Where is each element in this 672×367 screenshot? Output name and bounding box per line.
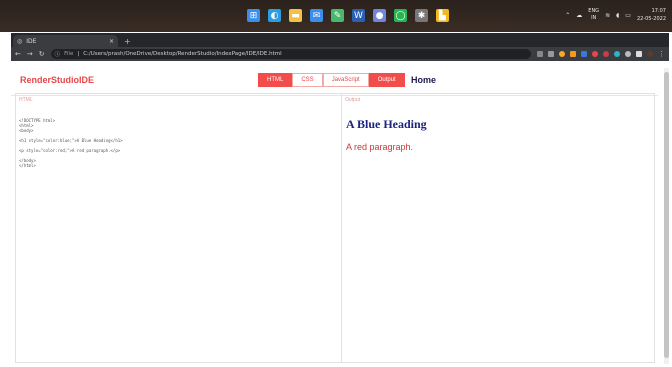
extension-icon[interactable] <box>614 51 620 57</box>
clock-time: 17:07 <box>651 8 666 14</box>
side-panel-icon[interactable] <box>636 51 642 57</box>
extension-icon[interactable] <box>581 51 587 57</box>
html-code-editor[interactable]: <!DOCTYPE html> <html> <body> <h1 style=… <box>19 118 123 168</box>
mail-icon[interactable]: ✉ <box>310 9 323 22</box>
url-text: C:/Users/prash/OneDrive/Desktop/RenderSt… <box>83 51 282 57</box>
menu-kebab-icon[interactable]: ⋮ <box>658 50 665 58</box>
extension-icon[interactable] <box>592 51 598 57</box>
system-tray: ⌃ ☁ ENG IN ≋ ◖ ▭ 17:07 22-05-2022 <box>565 7 666 23</box>
output-paragraph: A red paragraph. <box>346 142 414 152</box>
file-explorer-icon[interactable]: ▬ <box>289 9 302 22</box>
extension-icon[interactable] <box>559 51 565 57</box>
app-header: RenderStudioIDE HTML CSS JavaScript Outp… <box>11 65 658 96</box>
green-app-icon[interactable]: ◯ <box>394 9 407 22</box>
tab-javascript[interactable]: JavaScript <box>322 73 369 87</box>
back-icon[interactable]: ← <box>15 50 21 58</box>
browser-tab[interactable]: ◎ IDE × <box>13 35 118 47</box>
wifi-icon[interactable]: ≋ <box>605 12 610 19</box>
chrome-icon[interactable]: ● <box>373 9 386 22</box>
reload-icon[interactable]: ↻ <box>39 50 45 58</box>
sticky-icon[interactable]: ▙ <box>436 9 449 22</box>
windows-start-icon[interactable]: ⊞ <box>247 9 260 22</box>
bookmark-star-icon[interactable] <box>548 51 554 57</box>
tab-html[interactable]: HTML <box>258 73 293 87</box>
settings-icon[interactable]: ✱ <box>415 9 428 22</box>
page-scrollbar[interactable] <box>664 68 669 364</box>
home-link[interactable]: Home <box>411 75 436 85</box>
clock-date: 22-05-2022 <box>636 16 666 22</box>
output-pane: Output A Blue Heading A red paragraph. <box>342 93 655 363</box>
profile-avatar-icon[interactable] <box>647 51 653 57</box>
address-bar[interactable]: ⓘ File | C:/Users/prash/OneDrive/Desktop… <box>50 49 531 59</box>
editor-panes: HTML <!DOCTYPE html> <html> <body> <h1 s… <box>15 93 655 363</box>
address-toolbar: ← → ↻ ⓘ File | C:/Users/prash/OneDrive/D… <box>11 47 669 61</box>
html-pane-label: HTML <box>19 97 33 103</box>
brand-logo[interactable]: RenderStudioIDE <box>20 75 94 85</box>
puzzle-icon[interactable] <box>625 51 631 57</box>
mode-tabs: HTML CSS JavaScript Output <box>258 73 405 87</box>
taskbar-apps: ⊞ ◐ ▬ ✉ ✎ W ● ◯ ✱ ▙ <box>247 9 449 22</box>
info-icon: ⓘ <box>54 52 61 58</box>
tab-css[interactable]: CSS <box>292 73 323 87</box>
tab-title: IDE <box>26 37 37 45</box>
language-code: ENG <box>588 8 600 14</box>
windows-taskbar: ⊞ ◐ ▬ ✉ ✎ W ● ◯ ✱ ▙ ⌃ ☁ ENG IN ≋ ◖ ▭ 17:07 22-05-… <box>0 0 672 32</box>
share-icon[interactable] <box>537 51 543 57</box>
output-pane-label: Output <box>345 97 361 103</box>
tab-strip: ◎ IDE × + <box>11 33 669 47</box>
feather-icon[interactable]: ✎ <box>331 9 344 22</box>
cloud-icon[interactable]: ☁ <box>576 12 582 19</box>
close-tab-icon[interactable]: × <box>109 38 114 45</box>
volume-icon[interactable]: ◖ <box>616 12 619 19</box>
extension-icon[interactable] <box>570 51 576 57</box>
protocol-label: File <box>64 51 74 57</box>
tab-output[interactable]: Output <box>368 73 405 87</box>
html-editor-pane[interactable]: HTML <!DOCTYPE html> <html> <body> <h1 s… <box>15 93 342 363</box>
battery-icon[interactable]: ▭ <box>625 12 631 19</box>
clock[interactable]: 17:07 22-05-2022 <box>637 7 666 23</box>
word-icon[interactable]: W <box>352 9 365 22</box>
separator: | <box>77 51 80 57</box>
output-heading: A Blue Heading <box>346 117 427 131</box>
region-code: IN <box>591 15 597 21</box>
chevron-up-icon[interactable]: ⌃ <box>565 12 570 19</box>
edge-icon[interactable]: ◐ <box>268 9 281 22</box>
scrollbar-thumb[interactable] <box>664 72 669 358</box>
globe-icon: ◎ <box>17 37 23 45</box>
ide-app: RenderStudioIDE HTML CSS JavaScript Outp… <box>11 65 658 367</box>
language-indicator[interactable]: ENG IN <box>588 8 599 22</box>
forward-icon[interactable]: → <box>27 50 33 58</box>
extensions-bar: ⋮ <box>537 50 665 58</box>
new-tab-button[interactable]: + <box>124 37 131 46</box>
extension-icon[interactable] <box>603 51 609 57</box>
